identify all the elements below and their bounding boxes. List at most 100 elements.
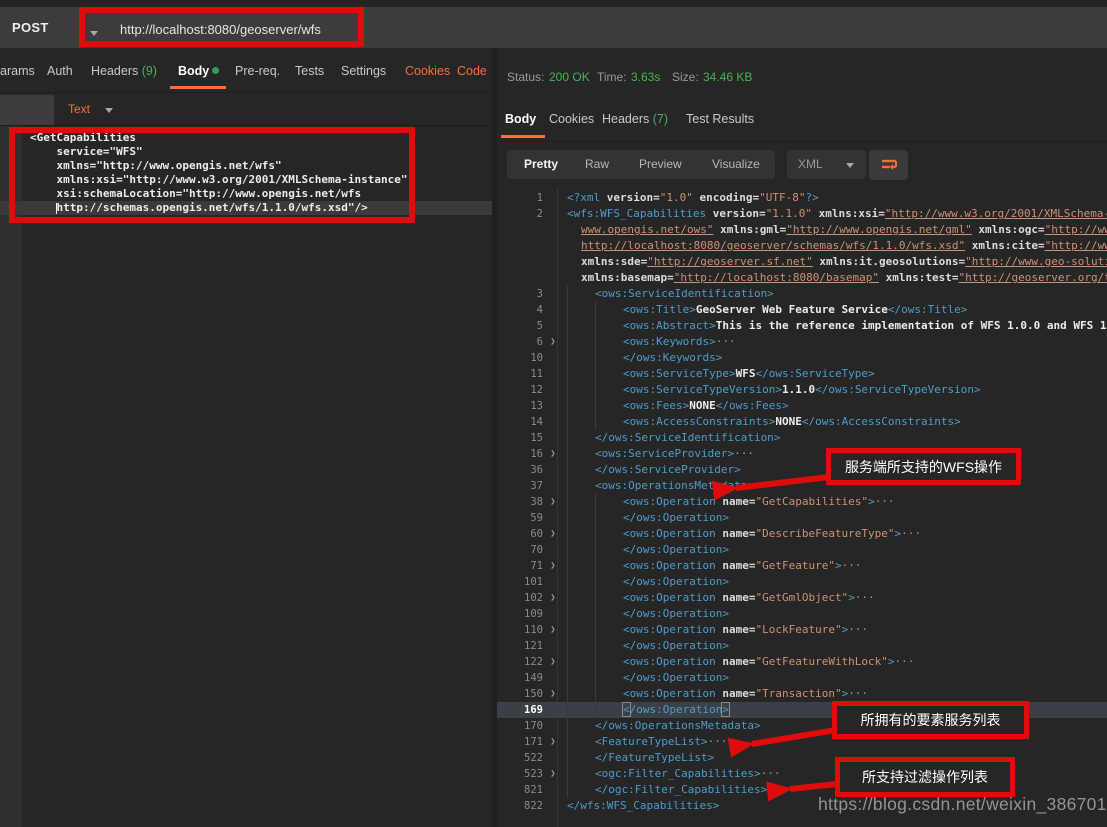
fold-chevron-icon[interactable]: ❯ <box>543 334 563 350</box>
tab-settings[interactable]: Settings <box>341 64 386 78</box>
fold-chevron-icon[interactable]: ❯ <box>543 590 563 606</box>
tab-headers[interactable]: Headers (9) <box>91 64 157 78</box>
view-mode-visualize[interactable]: Visualize <box>712 157 760 171</box>
annotation-body-redbox <box>9 127 415 223</box>
line-number: 149 <box>497 670 543 686</box>
response-tab-test-results[interactable]: Test Results <box>686 112 754 126</box>
response-code-line: 150❯<ows:Operation name="Transaction">··… <box>497 686 1107 702</box>
watermark: https://blog.csdn.net/weixin_38670190 <box>818 794 1107 815</box>
line-number: 169 <box>497 702 543 718</box>
fold-chevron-icon[interactable]: ❯ <box>543 558 563 574</box>
response-code-line: xmlns:sde="http://geoserver.sf.net" xmln… <box>497 254 1107 270</box>
line-number: 170 <box>497 718 543 734</box>
response-tab-body[interactable]: Body <box>505 112 536 126</box>
line-number: 821 <box>497 782 543 798</box>
code-text: <ows:Keywords>··· <box>563 334 736 350</box>
wrap-text-button[interactable] <box>869 150 908 180</box>
format-dropdown[interactable]: XML <box>787 150 866 179</box>
annotation-url-redbox <box>79 7 364 47</box>
line-number: 150 <box>497 686 543 702</box>
response-code-line: 10</ows:Keywords> <box>497 350 1107 366</box>
line-number: 822 <box>497 798 543 814</box>
code-text: </ows:Operation> <box>563 510 729 526</box>
tab-pre-request[interactable]: Pre-req. <box>235 64 280 78</box>
line-number: 15 <box>497 430 543 446</box>
code-text: <wfs:WFS_Capabilities version="1.1.0" xm… <box>563 206 1107 222</box>
tab-auth[interactable]: Auth <box>47 64 73 78</box>
method-selector[interactable]: POST <box>12 20 49 35</box>
fold-gutter <box>543 414 563 430</box>
code-text: <ows:ServiceType>WFS</ows:ServiceType> <box>563 366 875 382</box>
line-number: 14 <box>497 414 543 430</box>
cookies-link[interactable]: Cookies <box>405 64 450 78</box>
time-value: 3.63s <box>631 70 660 84</box>
response-code-line: 523❯<ogc:Filter_Capabilities>··· <box>497 766 1107 782</box>
fold-chevron-icon[interactable]: ❯ <box>543 622 563 638</box>
request-body-editor[interactable] <box>0 126 492 827</box>
response-tab-headers[interactable]: Headers (7) <box>602 112 668 126</box>
code-link[interactable]: Code <box>457 64 487 78</box>
size-label: Size: <box>672 70 699 84</box>
response-code-line: 3<ows:ServiceIdentification> <box>497 286 1107 302</box>
response-code-line: 13<ows:Fees>NONE</ows:Fees> <box>497 398 1107 414</box>
wrap-text-icon <box>879 157 899 173</box>
response-code-line: 109</ows:Operation> <box>497 606 1107 622</box>
fold-gutter <box>543 222 563 238</box>
code-text: <ows:Operation name="LockFeature">··· <box>563 622 868 638</box>
response-code-line: 15 </ows:ServiceIdentification> <box>497 430 1107 446</box>
code-text: <ows:Operation name="GetGmlObject">··· <box>563 590 875 606</box>
tab-body[interactable]: Body <box>178 64 209 78</box>
code-text: <ows:Title>GeoServer Web Feature Service… <box>563 302 967 318</box>
response-code-line: 121</ows:Operation> <box>497 638 1107 654</box>
code-text: <FeatureTypeList>··· <box>563 734 727 750</box>
line-number: 16 <box>497 446 543 462</box>
divider <box>497 141 1107 142</box>
fold-chevron-icon[interactable]: ❯ <box>543 734 563 750</box>
fold-chevron-icon[interactable]: ❯ <box>543 654 563 670</box>
code-text: <ows:Operation name="GetFeature">··· <box>563 558 861 574</box>
view-mode-pretty[interactable]: Pretty <box>524 157 558 171</box>
response-code-line: 6❯<ows:Keywords>··· <box>497 334 1107 350</box>
code-text: <ows:OperationsMetadata> <box>563 478 754 494</box>
chevron-down-icon[interactable] <box>105 108 113 113</box>
view-mode-preview[interactable]: Preview <box>639 157 682 171</box>
code-text: <ows:Operation name="DescribeFeatureType… <box>563 526 921 542</box>
fold-chevron-icon[interactable]: ❯ <box>543 494 563 510</box>
body-type-dropdown[interactable]: raw <box>0 95 54 125</box>
response-code-line: 102❯<ows:Operation name="GetGmlObject">·… <box>497 590 1107 606</box>
response-code-line: 14<ows:AccessConstraints>NONE</ows:Acces… <box>497 414 1107 430</box>
fold-chevron-icon[interactable]: ❯ <box>543 686 563 702</box>
view-mode-raw[interactable]: Raw <box>585 157 609 171</box>
line-number: 71 <box>497 558 543 574</box>
response-code-line: http://localhost:8080/geoserver/schemas/… <box>497 238 1107 254</box>
fold-chevron-icon[interactable]: ❯ <box>543 766 563 782</box>
line-number: 101 <box>497 574 543 590</box>
line-number: 2 <box>497 206 543 222</box>
code-text: <ows:ServiceTypeVersion>1.1.0</ows:Servi… <box>563 382 981 398</box>
fold-gutter <box>543 798 563 814</box>
response-code-line: 4<ows:Title>GeoServer Web Feature Servic… <box>497 302 1107 318</box>
annotation-label-filter: 所支持过滤操作列表 <box>835 757 1015 797</box>
fold-chevron-icon[interactable]: ❯ <box>543 526 563 542</box>
response-tab-cookies[interactable]: Cookies <box>549 112 594 126</box>
code-text: <ows:Operation name="GetFeatureWithLock"… <box>563 654 914 670</box>
code-text: </ows:ServiceIdentification> <box>563 430 780 446</box>
time-label: Time: <box>597 70 627 84</box>
tab-params[interactable]: arams <box>0 64 35 78</box>
body-format-dropdown[interactable]: Text <box>68 102 90 116</box>
fold-gutter <box>543 782 563 798</box>
tab-tests[interactable]: Tests <box>295 64 324 78</box>
request-editor-gutter <box>0 126 22 827</box>
fold-gutter <box>543 462 563 478</box>
response-code-line: 60❯<ows:Operation name="DescribeFeatureT… <box>497 526 1107 542</box>
fold-gutter <box>543 382 563 398</box>
fold-gutter <box>543 254 563 270</box>
fold-gutter <box>543 638 563 654</box>
fold-chevron-icon[interactable]: ❯ <box>543 446 563 462</box>
code-text: </ows:Operation> <box>563 542 729 558</box>
code-text: </ows:OperationsMetadata> <box>563 718 761 734</box>
response-code-line: 59</ows:Operation> <box>497 510 1107 526</box>
response-code-line: 5<ows:Abstract>This is the reference imp… <box>497 318 1107 334</box>
code-text: </ows:Operation> <box>563 606 729 622</box>
code-text: </ows:Operation> <box>563 702 729 718</box>
